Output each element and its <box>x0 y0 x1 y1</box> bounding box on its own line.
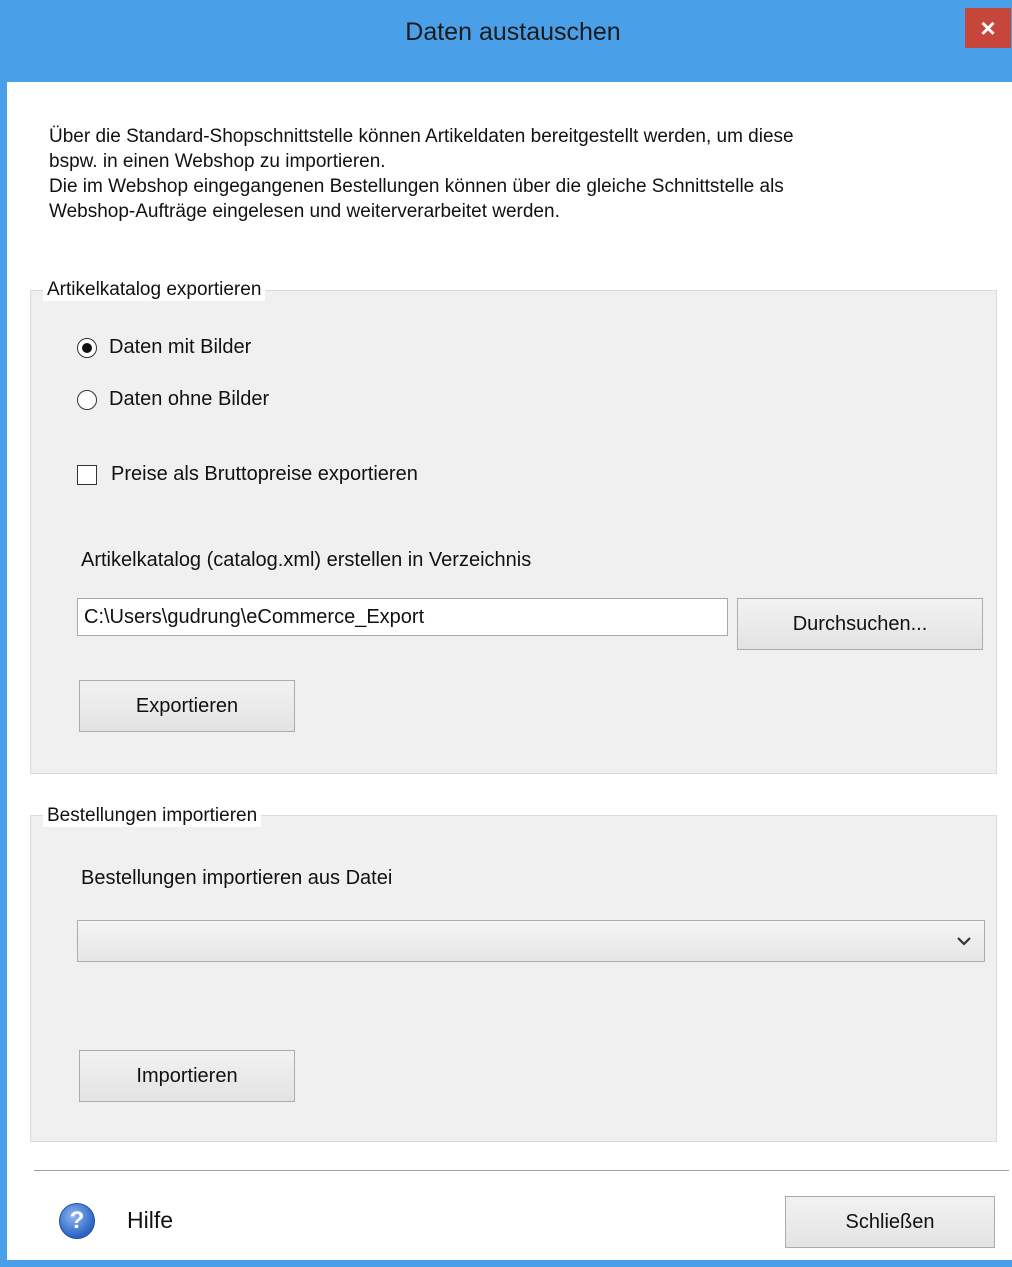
intro-text: Über die Standard-Shopschnittstelle könn… <box>49 126 794 222</box>
close-button[interactable]: Schließen <box>785 1196 995 1248</box>
radio-without-images[interactable]: Daten ohne Bilder <box>77 388 269 411</box>
radio-with-images-label: Daten mit Bilder <box>109 336 252 358</box>
chevron-down-icon <box>957 937 971 946</box>
export-button[interactable]: Exportieren <box>79 680 295 732</box>
import-file-label: Bestellungen importieren aus Datei <box>81 867 393 889</box>
radio-with-images[interactable]: Daten mit Bilder <box>77 336 251 359</box>
help-icon[interactable]: ? <box>59 1203 95 1239</box>
directory-label: Artikelkatalog (catalog.xml) erstellen i… <box>81 549 532 571</box>
import-group-legend: Bestellungen importieren <box>43 805 262 827</box>
import-button[interactable]: Importieren <box>79 1050 295 1102</box>
gross-prices-checkbox-label: Preise als Bruttopreise exportieren <box>111 463 418 485</box>
close-window-button[interactable]: × <box>965 8 1011 48</box>
radio-without-images-label: Daten ohne Bilder <box>109 388 270 410</box>
footer-separator <box>34 1170 1009 1171</box>
browse-button[interactable]: Durchsuchen... <box>737 598 983 650</box>
directory-input[interactable] <box>77 598 728 636</box>
gross-prices-checkbox-control[interactable] <box>77 464 97 485</box>
title-bar[interactable]: Daten austauschen × <box>7 0 1012 82</box>
close-icon: × <box>980 12 996 43</box>
help-link[interactable]: Hilfe <box>127 1207 173 1234</box>
radio-without-images-control[interactable] <box>77 389 97 410</box>
export-group-legend: Artikelkatalog exportieren <box>43 279 266 301</box>
radio-with-images-control[interactable] <box>77 337 97 358</box>
gross-prices-checkbox[interactable]: Preise als Bruttopreise exportieren <box>77 463 418 486</box>
dialog-content: Über die Standard-Shopschnittstelle könn… <box>14 82 1012 1260</box>
dialog-window: Daten austauschen × Über die Standard-Sh… <box>0 0 1012 1267</box>
window-title: Daten austauschen <box>405 18 621 46</box>
import-file-dropdown[interactable] <box>77 920 985 962</box>
